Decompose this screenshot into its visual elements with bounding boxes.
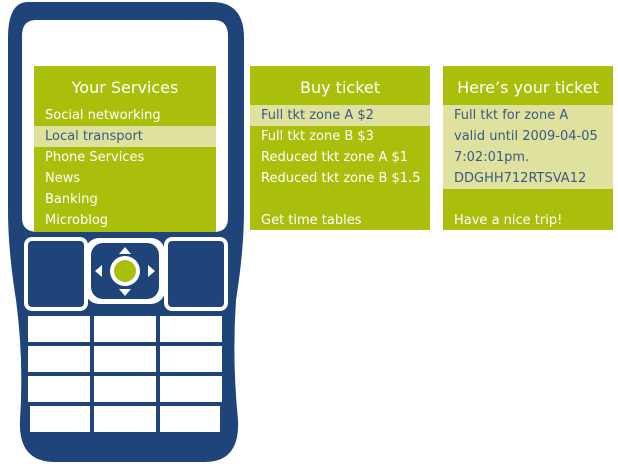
key <box>94 316 156 342</box>
service-item-phone-services[interactable]: Phone Services <box>34 147 216 168</box>
screen-title: Buy ticket <box>300 78 380 97</box>
key <box>28 346 90 372</box>
soft-key-top-right <box>171 243 216 268</box>
ticket-line-time: 7:02:01pm. <box>443 147 613 168</box>
farewell-message: Have a nice trip! <box>454 213 563 228</box>
service-item-microblog[interactable]: Microblog <box>34 210 216 231</box>
ticket-line-valid-until: valid until 2009-04-05 <box>443 126 613 147</box>
key <box>94 406 156 432</box>
service-item-news[interactable]: News <box>34 168 216 189</box>
key <box>94 346 156 372</box>
phone-screen-your-services: Your Services Social networking Local tr… <box>34 66 216 232</box>
soft-key-top-left <box>36 243 81 268</box>
ticket-option-full-a[interactable]: Full tkt zone A $2 <box>250 105 430 126</box>
service-item-banking[interactable]: Banking <box>34 189 216 210</box>
key <box>30 406 90 432</box>
service-item-local-transport[interactable]: Local transport <box>34 126 216 147</box>
screen-title: Your Services <box>71 78 179 97</box>
ticket-line-code: DDGHH712RTSVA12 <box>443 168 613 189</box>
key <box>160 406 220 432</box>
key <box>28 376 90 402</box>
key <box>160 316 222 342</box>
ticket-line-type: Full tkt for zone A <box>443 105 613 126</box>
get-time-tables-link[interactable]: Get time tables <box>250 210 430 231</box>
screen-title: Here’s your ticket <box>457 78 599 97</box>
ticket-option-reduced-a[interactable]: Reduced tkt zone A $1 <box>250 147 430 168</box>
key <box>160 346 222 372</box>
key <box>28 316 90 342</box>
service-item-social-networking[interactable]: Social networking <box>34 105 216 126</box>
ticket-option-full-b[interactable]: Full tkt zone B $3 <box>250 126 430 147</box>
ticket-option-reduced-b[interactable]: Reduced tkt zone B $1.5 <box>250 168 430 189</box>
key <box>160 376 222 402</box>
key <box>94 376 156 402</box>
soft-key-bottom-left <box>36 276 81 301</box>
soft-key-bottom-right <box>171 276 216 301</box>
buy-ticket-screen: Buy ticket Full tkt zone A $2 Full tkt z… <box>250 66 430 230</box>
ticket-confirmation-screen: Here’s your ticket Full tkt for zone A v… <box>443 66 613 230</box>
